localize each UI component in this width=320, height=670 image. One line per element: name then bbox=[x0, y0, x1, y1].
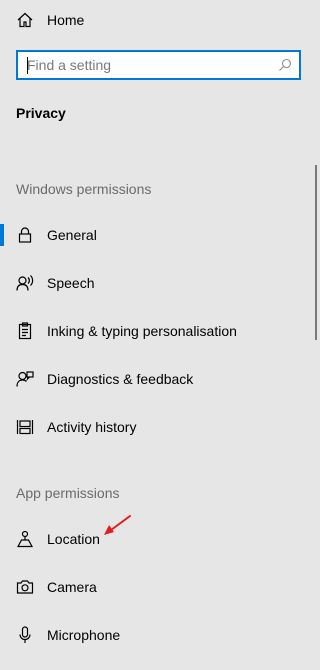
nav-item-label: General bbox=[47, 227, 97, 243]
nav-item-inking-typing[interactable]: Inking & typing personalisation bbox=[0, 311, 310, 351]
diagnostics-icon bbox=[16, 370, 34, 388]
nav-item-microphone[interactable]: Microphone bbox=[0, 615, 310, 655]
page-title: Privacy bbox=[16, 105, 66, 121]
location-icon bbox=[16, 530, 34, 548]
nav-item-label: Speech bbox=[47, 275, 95, 291]
camera-icon bbox=[16, 578, 34, 596]
nav-item-diagnostics-feedback[interactable]: Diagnostics & feedback bbox=[0, 359, 310, 399]
nav-item-activity-history[interactable]: Activity history bbox=[0, 407, 310, 447]
search-icon[interactable] bbox=[278, 58, 292, 72]
search-input[interactable] bbox=[27, 56, 272, 74]
nav-item-label: Microphone bbox=[47, 627, 121, 643]
nav-item-label: Inking & typing personalisation bbox=[47, 323, 237, 339]
clipboard-icon bbox=[16, 322, 34, 340]
nav-item-general[interactable]: General bbox=[0, 215, 310, 255]
speech-icon bbox=[16, 274, 34, 292]
nav-item-label: Location bbox=[47, 531, 100, 547]
scrollbar-thumb[interactable] bbox=[315, 165, 317, 340]
lock-icon bbox=[16, 226, 34, 244]
annotation-arrow-icon bbox=[104, 515, 131, 535]
nav-item-location[interactable]: Location bbox=[0, 519, 310, 559]
home-icon bbox=[16, 11, 34, 29]
nav-item-home[interactable]: Home bbox=[0, 0, 310, 40]
nav-item-camera[interactable]: Camera bbox=[0, 567, 310, 607]
nav-item-label: Diagnostics & feedback bbox=[47, 371, 194, 387]
nav-item-label: Activity history bbox=[47, 419, 137, 435]
text-caret bbox=[27, 57, 28, 74]
microphone-icon bbox=[16, 626, 34, 644]
search-box[interactable] bbox=[16, 50, 301, 80]
nav-item-label: Camera bbox=[47, 579, 97, 595]
timeline-icon bbox=[16, 418, 34, 436]
nav-item-label: Home bbox=[47, 12, 85, 28]
section-title-app-permissions: App permissions bbox=[16, 485, 120, 501]
nav-item-speech[interactable]: Speech bbox=[0, 263, 310, 303]
section-title-windows-permissions: Windows permissions bbox=[16, 181, 152, 197]
